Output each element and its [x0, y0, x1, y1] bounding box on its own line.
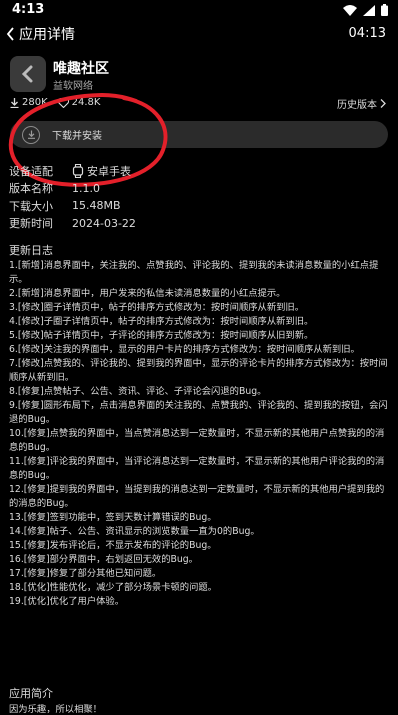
app-icon [10, 56, 46, 92]
changelog-item: 2.[新增]消息界面中，用户发来的私信未读消息数量的小红点提示。 [9, 288, 286, 299]
changelog-item: 17.[修复]修复了部分其他已知问题。 [9, 568, 162, 579]
changelog-item: 5.[修改]帖子详情页中，子评论的排序方式修改为：按时间顺序从旧到新。 [9, 330, 314, 341]
header-time: 04:13 [348, 26, 386, 41]
size-value: 15.48MB [72, 199, 121, 213]
changelog-title: 更新日志 [9, 244, 53, 257]
signal-icon [363, 4, 375, 16]
changelog-item: 10.[修复]点赞我的界面中，当点赞消息达到一定数量时，不显示新的其他用户点赞我… [9, 428, 385, 453]
info-row-size: 下载大小 15.48MB [9, 197, 136, 215]
status-icons [343, 4, 388, 16]
info-row-date: 更新时间 2024-03-22 [9, 215, 136, 233]
info-row-device: 设备适配 安卓手表 [9, 162, 136, 180]
changelog-item: 9.[修复]圆形布局下，点击消息界面的关注我的、点赞我的、评论我的、提到我的按钮… [9, 400, 388, 425]
watch-icon [72, 163, 84, 178]
status-time: 4:13 [12, 2, 45, 17]
changelog-item: 18.[优化]性能优化，减少了部分场景卡顿的问题。 [9, 582, 217, 593]
chevron-right-icon [380, 99, 386, 108]
app-name: 唯趣社区 [53, 61, 109, 77]
app-developer: 益软网络 [53, 81, 93, 92]
back-button[interactable]: 应用详情 [6, 24, 75, 44]
changelog-item: 7.[修改]点赞我的、评论我的、提到我的界面中，显示的评论卡片的排序方式修改为：… [9, 358, 388, 383]
changelog-item: 19.[优化]优化了用户体验。 [9, 596, 125, 607]
app-info-list: 设备适配 安卓手表 版本名称 1.1.0 下载大小 15.48MB 更新时间 2… [9, 162, 136, 232]
page-title: 应用详情 [19, 27, 75, 43]
info-key: 下载大小 [9, 199, 53, 213]
changelog-item: 8.[修复]点赞帖子、公告、资讯、评论、子评论会闪退的Bug。 [9, 386, 267, 397]
info-key: 更新时间 [9, 217, 53, 231]
changelog-item: 13.[修复]签到功能中，签到天数计算错误的Bug。 [9, 512, 217, 523]
date-value: 2024-03-22 [72, 216, 136, 230]
version-value: 1.1.0 [72, 181, 100, 195]
status-bar [0, 0, 398, 22]
changelog-item: 6.[修改]关注我的界面中，显示的用户卡片的排序方式修改为：按时间顺序从新到旧。 [9, 344, 360, 355]
history-versions-button[interactable]: 历史版本 [337, 96, 386, 111]
changelog-item: 3.[修改]圈子详情页中，帖子的排序方式修改为：按时间顺序从新到旧。 [9, 302, 305, 313]
device-value: 安卓手表 [87, 164, 131, 178]
info-key: 版本名称 [9, 182, 53, 196]
changelog-item: 12.[修复]提到我的界面中，当提到我的消息达到一定数量时，不显示新的其他用户提… [9, 484, 385, 509]
history-label: 历史版本 [337, 100, 377, 111]
changelog-item: 16.[修复]部分界面中，右划返回无效的Bug。 [9, 554, 198, 565]
changelog-item: 14.[修复]帖子、公告、资讯显示的浏览数量一直为0的Bug。 [9, 526, 260, 537]
info-key: 设备适配 [9, 164, 53, 178]
info-value: 安卓手表 [72, 163, 131, 179]
intro-title: 应用简介 [9, 687, 53, 700]
battery-icon [381, 4, 388, 16]
wifi-icon [343, 4, 357, 16]
changelog-list: 1.[新增]消息界面中，关注我的、点赞我的、评论我的、提到我的未读消息数量的小红… [9, 259, 389, 609]
chevron-left-icon [6, 27, 14, 41]
app-logo-icon [21, 65, 33, 83]
changelog-item: 4.[修改]子圈子详情页中，帖子的排序方式修改为：按时间顺序从新到旧。 [9, 316, 314, 327]
changelog-item: 11.[修复]评论我的界面中，当评论消息达到一定数量时，不显示新的其他用户评论我… [9, 456, 385, 481]
changelog-item: 1.[新增]消息界面中，关注我的、点赞我的、评论我的、提到我的未读消息数量的小红… [9, 260, 379, 285]
changelog-item: 15.[修复]发布评论后，不显示发布的评论的Bug。 [9, 540, 217, 551]
intro-text: 因为乐趣，所以相聚！ [9, 704, 102, 715]
info-row-version: 版本名称 1.1.0 [9, 180, 136, 198]
